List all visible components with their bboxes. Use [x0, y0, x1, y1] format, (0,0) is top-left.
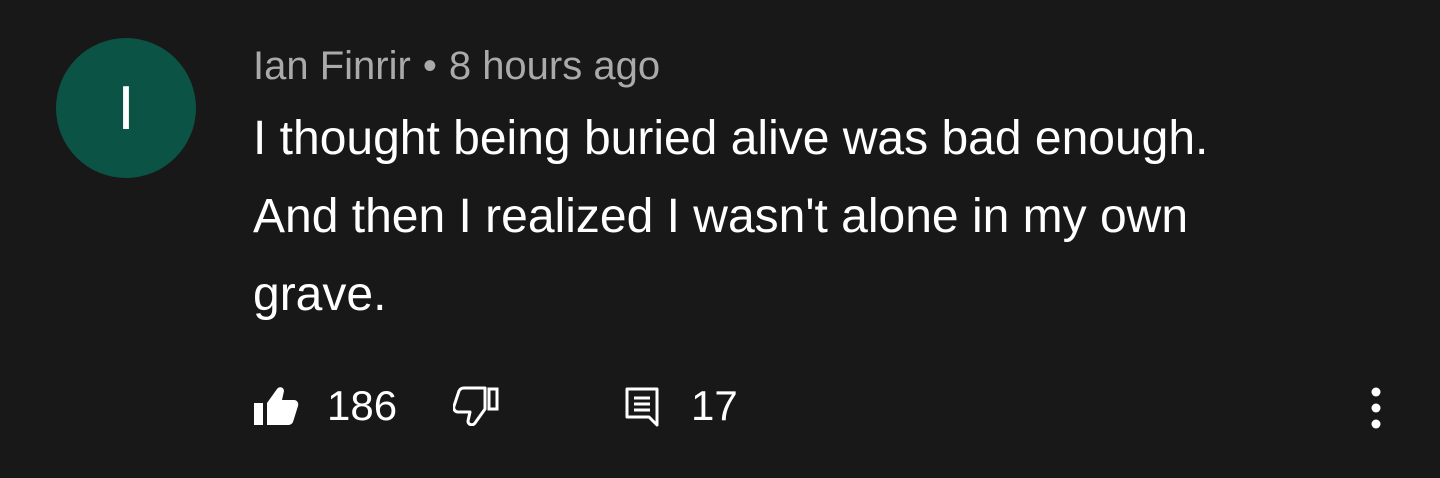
timestamp[interactable]: 8 hours ago [449, 44, 660, 88]
dislike-button[interactable] [453, 386, 623, 426]
reply-count: 17 [691, 382, 738, 429]
like-button[interactable]: 186 [253, 382, 453, 430]
thumbs-up-icon [253, 386, 299, 426]
comment-text: I thought being buried alive was bad eno… [253, 100, 1373, 334]
author-name[interactable]: Ian Finrir [253, 44, 411, 88]
thumbs-down-icon [453, 386, 499, 426]
comment-actions: 186 17 [253, 378, 738, 434]
comment-line: And then I realized I wasn't alone in my… [253, 190, 1189, 243]
more-vertical-icon [1370, 386, 1382, 430]
comment-line: I thought being buried alive was bad eno… [253, 112, 1209, 165]
reply-button[interactable]: 17 [623, 382, 738, 430]
comment-thread: I Ian Finrir • 8 hours ago I thought being… [0, 0, 1440, 478]
meta-separator: • [422, 44, 437, 88]
avatar-letter: I [117, 73, 135, 143]
avatar[interactable]: I [56, 38, 196, 178]
like-count: 186 [327, 382, 398, 429]
more-options-button[interactable] [1356, 380, 1396, 436]
comment-line: grave. [253, 268, 387, 321]
reply-comment-icon [623, 385, 663, 427]
comment-header: Ian Finrir • 8 hours ago [253, 40, 660, 92]
